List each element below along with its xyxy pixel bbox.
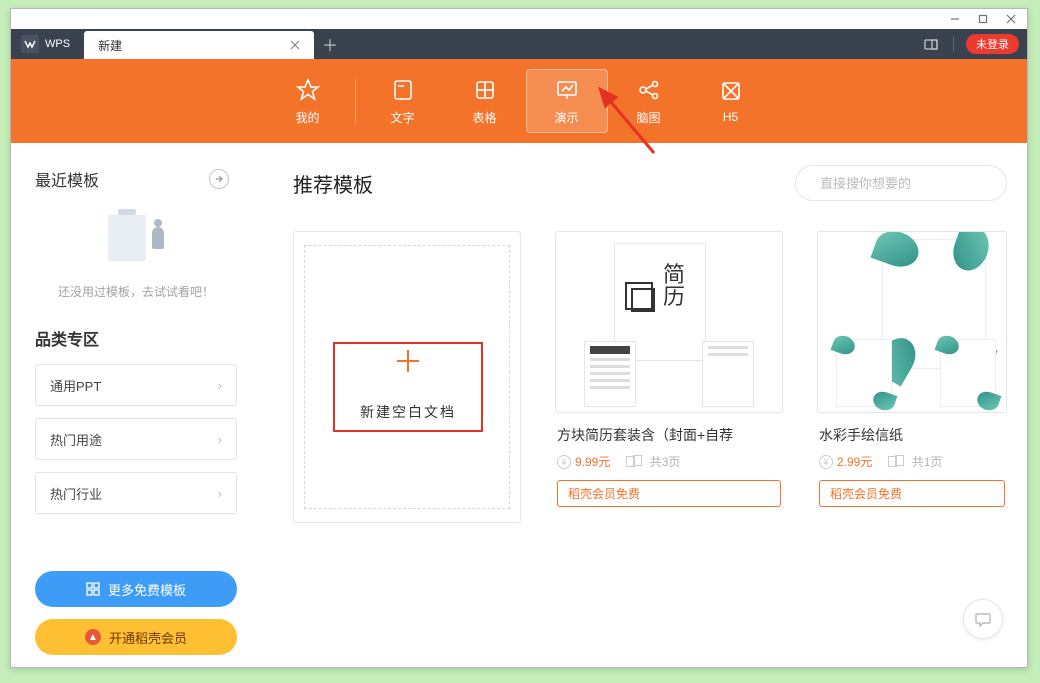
chat-icon xyxy=(974,610,992,628)
pages-info: 共3页 xyxy=(626,453,680,470)
template-title: 方块简历套装含（封面+自荐 xyxy=(557,425,781,445)
menu-mind[interactable]: 脑图 xyxy=(608,69,690,133)
yen-icon: ¥ xyxy=(819,455,833,469)
yen-icon: ¥ xyxy=(557,455,571,469)
window-minimize-button[interactable] xyxy=(941,10,969,28)
category-title: 品类专区 xyxy=(35,326,237,350)
login-button[interactable]: 未登录 xyxy=(966,34,1019,54)
brand: WPS xyxy=(11,29,84,59)
sidebar: 最近模板 还没用过模板，去试试看吧！ 品类专区 通用PPT › 热门用途 › 热… xyxy=(11,143,249,667)
sidebar-bottom: 更多免费模板 ▲ 开通稻壳会员 xyxy=(35,571,237,655)
menu-mine[interactable]: 我的 xyxy=(267,69,349,133)
table-icon xyxy=(472,77,498,103)
template-meta: ¥2.99元 共1页 xyxy=(819,453,1005,470)
skin-icon[interactable] xyxy=(921,34,941,54)
window-titlebar xyxy=(11,9,1027,29)
search-box[interactable] xyxy=(795,165,1007,201)
card-template-watercolor[interactable]: 水彩手绘信纸 ¥2.99元 共1页 稻壳会员免费 xyxy=(817,231,1007,523)
brand-label: WPS xyxy=(45,38,70,50)
menu-h5[interactable]: H5 xyxy=(690,69,772,133)
more-free-templates-button[interactable]: 更多免费模板 xyxy=(35,571,237,607)
plus-icon xyxy=(397,350,419,372)
template-cards: 新建空白文档 简历 xyxy=(293,231,1007,523)
menu-label: 演示 xyxy=(554,109,578,126)
template-thumbnail: 简历 xyxy=(556,231,782,413)
category-hot-industry[interactable]: 热门行业 › xyxy=(35,472,237,514)
tabstrip-right: 未登录 xyxy=(921,29,1027,59)
mind-icon xyxy=(636,77,662,103)
category-general-ppt[interactable]: 通用PPT › xyxy=(35,364,237,406)
tab-add-button[interactable]: ＋ xyxy=(314,29,346,59)
menu-label: 文字 xyxy=(390,109,414,126)
main-header: 推荐模板 xyxy=(293,165,1007,201)
present-icon xyxy=(554,77,580,103)
window-close-button[interactable] xyxy=(997,10,1025,28)
blank-label: 新建空白文档 xyxy=(360,402,456,422)
template-thumbnail xyxy=(818,231,1006,413)
tab-new[interactable]: 新建 xyxy=(84,31,314,59)
chevron-right-icon: › xyxy=(218,432,222,447)
wps-logo-icon xyxy=(21,35,39,53)
pages-info: 共1页 xyxy=(888,453,942,470)
separator xyxy=(953,36,954,52)
menu-present[interactable]: 演示 xyxy=(526,69,608,133)
recent-arrow-button[interactable] xyxy=(209,169,229,189)
highlight-box: 新建空白文档 xyxy=(333,342,483,432)
open-vip-button[interactable]: ▲ 开通稻壳会员 xyxy=(35,619,237,655)
tab-close-icon[interactable] xyxy=(286,36,304,54)
main: 推荐模板 新建空白文档 xyxy=(249,143,1027,667)
vip-free-badge: 稻壳会员免费 xyxy=(819,480,1005,507)
menu-table[interactable]: 表格 xyxy=(444,69,526,133)
doc-icon xyxy=(390,77,416,103)
template-meta: ¥9.99元 共3页 xyxy=(557,453,781,470)
search-input[interactable] xyxy=(818,175,998,192)
tab-strip: WPS 新建 ＋ 未登录 xyxy=(11,29,1027,59)
button-label: 更多免费模板 xyxy=(108,580,186,599)
window-maximize-button[interactable] xyxy=(969,10,997,28)
menu-label: 我的 xyxy=(295,109,319,126)
template-title: 水彩手绘信纸 xyxy=(819,425,1005,445)
top-menu: 我的 文字 表格 演示 脑图 H5 xyxy=(11,59,1027,143)
category-label: 通用PPT xyxy=(50,376,101,395)
template-price: ¥2.99元 xyxy=(819,453,872,470)
arrow-right-icon xyxy=(214,174,224,184)
menu-label: 脑图 xyxy=(636,109,660,126)
tab-title: 新建 xyxy=(98,37,122,54)
menu-label: 表格 xyxy=(472,109,496,126)
chevron-right-icon: › xyxy=(218,486,222,501)
h5-icon xyxy=(718,78,744,104)
card-new-blank[interactable]: 新建空白文档 xyxy=(293,231,521,523)
chat-fab[interactable] xyxy=(963,599,1003,639)
category-hot-use[interactable]: 热门用途 › xyxy=(35,418,237,460)
recent-empty-illustration xyxy=(35,205,237,271)
separator xyxy=(355,79,356,123)
recent-title: 最近模板 xyxy=(35,167,99,191)
main-heading: 推荐模板 xyxy=(293,169,373,198)
menu-text[interactable]: 文字 xyxy=(362,69,444,133)
body: 最近模板 还没用过模板，去试试看吧！ 品类专区 通用PPT › 热门用途 › 热… xyxy=(11,143,1027,667)
card-template-resume[interactable]: 简历 方块简历套装含（封面+自荐 ¥9.99元 共3页 稻壳会员免费 xyxy=(555,231,783,523)
template-price: ¥9.99元 xyxy=(557,453,610,470)
menu-label: H5 xyxy=(723,110,738,124)
recent-empty-note: 还没用过模板，去试试看吧！ xyxy=(35,283,237,300)
category-label: 热门行业 xyxy=(50,484,102,503)
fire-icon: ▲ xyxy=(85,629,101,645)
app-window: WPS 新建 ＋ 未登录 我的 文字 表格 xyxy=(10,8,1028,668)
category-label: 热门用途 xyxy=(50,430,102,449)
chevron-right-icon: › xyxy=(218,378,222,393)
button-label: 开通稻壳会员 xyxy=(109,628,187,647)
recent-header: 最近模板 xyxy=(35,167,237,191)
vip-free-badge: 稻壳会员免费 xyxy=(557,480,781,507)
grid-icon xyxy=(86,582,100,596)
star-icon xyxy=(295,77,321,103)
